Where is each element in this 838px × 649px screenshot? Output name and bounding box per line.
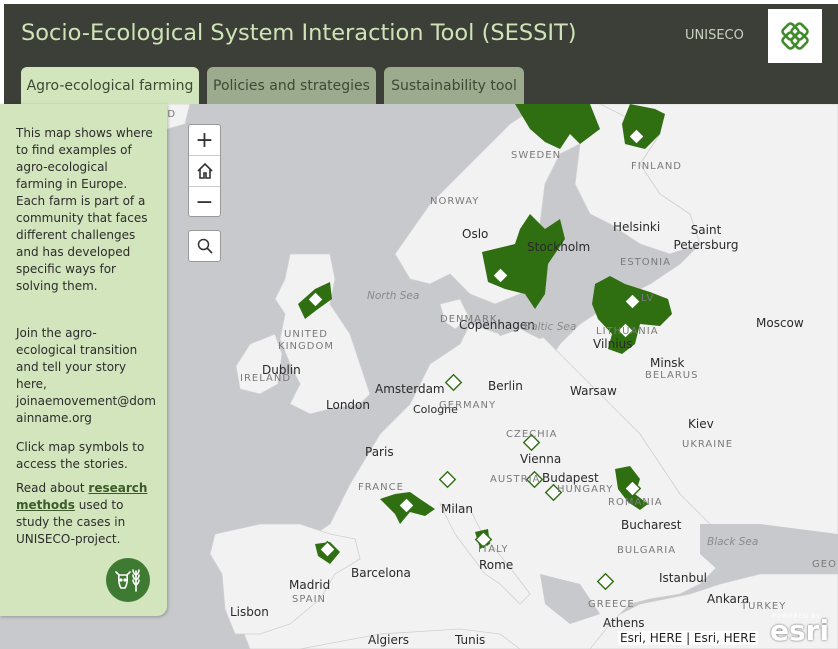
city-label: Helsinki xyxy=(613,220,661,234)
sea-label: North Sea xyxy=(367,290,420,302)
tab-policies-and-strategies[interactable]: Policies and strategies xyxy=(207,67,376,104)
city-label: Athens xyxy=(603,616,645,630)
country-label: UNITED KINGDOM xyxy=(278,329,334,352)
app-header: Socio-Ecological System Interaction Tool… xyxy=(4,4,838,104)
country-label: BELARUS xyxy=(645,370,699,381)
country-label: CZECHIA xyxy=(506,429,558,440)
country-label: LV xyxy=(641,293,655,304)
uniseco-logo-icon xyxy=(781,22,809,50)
city-label: Berlin xyxy=(488,379,523,393)
city-label: Vilnius xyxy=(593,337,633,351)
sea-label: Black Sea xyxy=(707,536,759,548)
info-panel: This map shows where to find examples of… xyxy=(0,104,167,616)
city-label: Barcelona xyxy=(351,566,411,580)
country-label: ROMANIA xyxy=(608,497,663,508)
home-icon xyxy=(196,162,213,179)
read-prefix: Read about xyxy=(16,481,89,495)
zoom-control: + − xyxy=(188,124,221,217)
city-label: Oslo xyxy=(462,227,489,241)
city-label: Warsaw xyxy=(570,384,617,398)
app-title: Socio-Ecological System Interaction Tool… xyxy=(21,20,577,46)
city-label: Milan xyxy=(441,502,473,516)
cow-wheat-icon[interactable] xyxy=(106,558,150,602)
city-label: Rome xyxy=(479,558,514,572)
home-button[interactable] xyxy=(189,156,220,187)
search-icon xyxy=(197,238,213,254)
search-button[interactable] xyxy=(188,230,221,262)
city-label: Vienna xyxy=(520,452,562,466)
city-label: Paris xyxy=(365,445,394,459)
city-label: Tunis xyxy=(455,633,486,647)
city-label: London xyxy=(326,398,370,412)
country-label: LITHUANIA xyxy=(596,326,659,337)
city-label: Minsk xyxy=(650,356,685,370)
map-attribution[interactable]: Esri, HERE | Esri, HERE xyxy=(618,631,759,645)
panel-click-text: Click map symbols to access the stories. xyxy=(16,440,145,471)
city-label: Moscow xyxy=(756,316,804,330)
city-label: Bucharest xyxy=(621,518,682,532)
sea-label: Baltic Sea xyxy=(524,321,577,333)
panel-intro-text: This map shows where to find examples of… xyxy=(16,126,153,293)
city-label: Algiers xyxy=(368,633,410,647)
city-label: Istanbul xyxy=(659,571,708,585)
uniseco-logo[interactable] xyxy=(768,9,822,63)
country-label: ITALY xyxy=(478,544,509,555)
country-label: ESTONIA xyxy=(620,257,671,268)
tab-agro-ecological-farming[interactable]: Agro-ecological farming xyxy=(21,67,199,104)
city-label: Kiev xyxy=(688,417,714,431)
panel-read-text: Read about research methods used to stud… xyxy=(16,480,156,548)
country-label: UKRAINE xyxy=(682,439,734,450)
app-window: Socio-Ecological System Interaction Tool… xyxy=(0,0,838,649)
country-label: HUNGARY xyxy=(557,484,614,495)
city-label: Lisbon xyxy=(230,605,269,619)
org-name: UNISECO xyxy=(685,28,744,43)
city-label: Budapest xyxy=(542,471,599,485)
country-label: GERMANY xyxy=(439,400,497,411)
country-label: GEO xyxy=(812,559,837,570)
country-label: TURKEY xyxy=(741,601,787,612)
esri-brand-text: esri xyxy=(770,614,830,647)
country-label: SPAIN xyxy=(292,594,327,605)
panel-join-text: Join the agro-ecological transition and … xyxy=(16,326,156,425)
city-label: Stockholm xyxy=(527,240,591,254)
country-label: NORWAY xyxy=(430,196,480,207)
country-label: IRELAND xyxy=(240,373,292,384)
country-label: GREECE xyxy=(588,599,635,610)
country-label: SWEDEN xyxy=(511,150,562,161)
country-label: DENMARK xyxy=(440,314,498,325)
country-label: FINLAND xyxy=(631,161,683,172)
country-label: AUSTRIA xyxy=(490,474,541,485)
city-label: Saint Petersburg xyxy=(673,223,739,252)
country-label: FRANCE xyxy=(358,482,404,493)
country-label: BULGARIA xyxy=(617,545,677,556)
tab-sustainability-tool[interactable]: Sustainability tool xyxy=(384,67,524,104)
city-label: Madrid xyxy=(289,578,331,592)
city-label: Amsterdam xyxy=(375,382,445,396)
zoom-out-button[interactable]: − xyxy=(189,187,220,217)
zoom-in-button[interactable]: + xyxy=(189,125,220,156)
cow-wheat-glyph xyxy=(115,569,140,592)
